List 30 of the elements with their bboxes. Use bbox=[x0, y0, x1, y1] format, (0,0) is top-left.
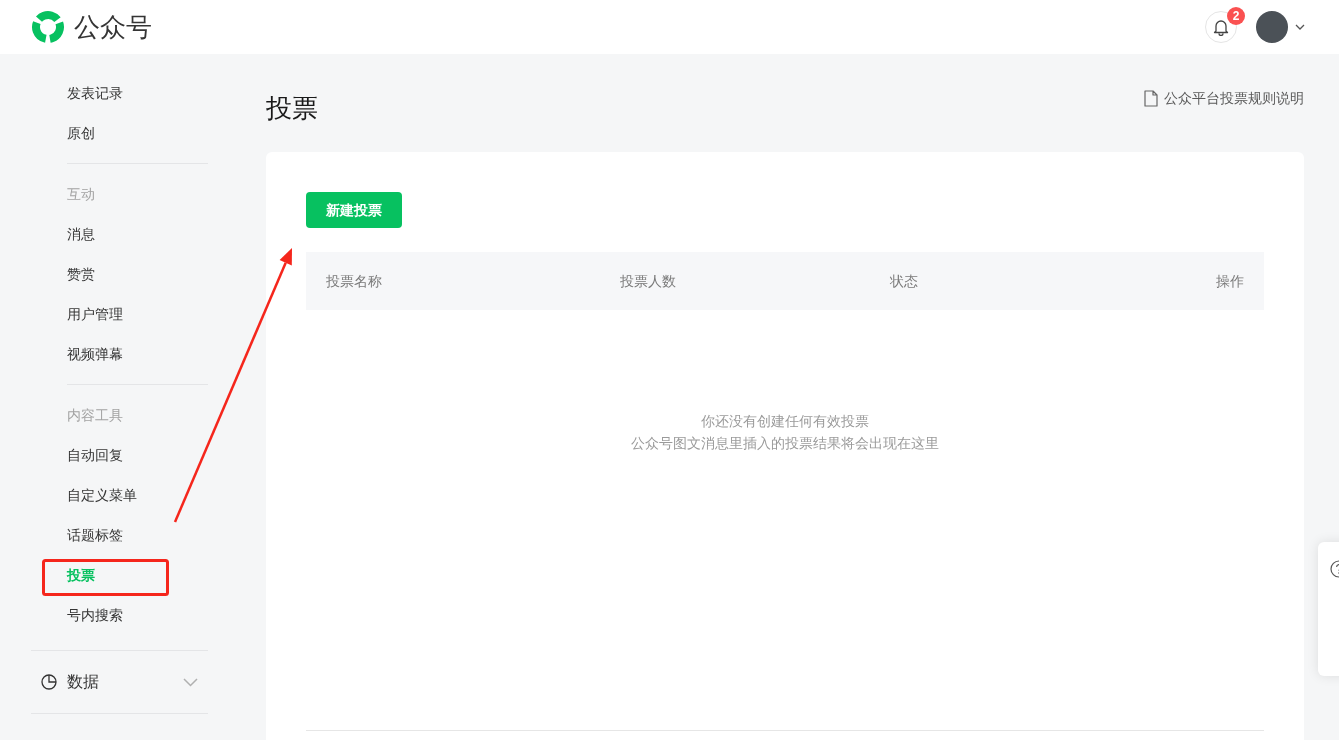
sidebar-item[interactable]: 视频弹幕 bbox=[67, 343, 123, 365]
sidebar-item[interactable]: 用户管理 bbox=[67, 303, 123, 325]
bell-icon bbox=[1213, 18, 1229, 36]
sidebar-item[interactable]: 号内搜索 bbox=[67, 604, 123, 626]
sidebar-item[interactable]: 赞赏 bbox=[67, 263, 95, 285]
notification-badge: 2 bbox=[1227, 7, 1245, 25]
column-header: 操作 bbox=[1216, 271, 1244, 291]
caret-icon[interactable] bbox=[1295, 24, 1305, 30]
pie-chart-icon bbox=[41, 674, 57, 690]
document-icon bbox=[1144, 89, 1158, 107]
sidebar-item[interactable]: 话题标签 bbox=[67, 524, 123, 546]
section-heading: 内容工具 bbox=[67, 405, 123, 425]
nav-group-button[interactable]: 数据 bbox=[31, 651, 208, 713]
avatar-placeholder[interactable] bbox=[1256, 11, 1288, 43]
page-title: 投票 bbox=[266, 92, 318, 124]
sidebar-item[interactable]: 发表记录 bbox=[67, 82, 123, 104]
notification-button[interactable] bbox=[1205, 11, 1237, 43]
logo-text: 公众号 bbox=[74, 11, 152, 44]
sidebar-item[interactable]: 消息 bbox=[67, 223, 95, 245]
sidebar-item[interactable]: 自动回复 bbox=[67, 444, 123, 466]
empty-message: 你还没有创建任何有效投票 bbox=[701, 412, 869, 431]
column-header: 状态 bbox=[890, 271, 918, 291]
column-header: 投票人数 bbox=[620, 271, 676, 291]
sidebar-item[interactable]: 自定义菜单 bbox=[67, 484, 137, 506]
empty-message: 公众号图文消息里插入的投票结果将会出现在这里 bbox=[631, 434, 939, 453]
section-heading: 互动 bbox=[67, 184, 95, 204]
column-header: 投票名称 bbox=[326, 271, 382, 291]
logo-icon bbox=[31, 10, 65, 44]
sidebar-item[interactable]: 原创 bbox=[67, 122, 95, 144]
rules-link[interactable]: 公众平台投票规则说明 bbox=[1144, 88, 1304, 108]
